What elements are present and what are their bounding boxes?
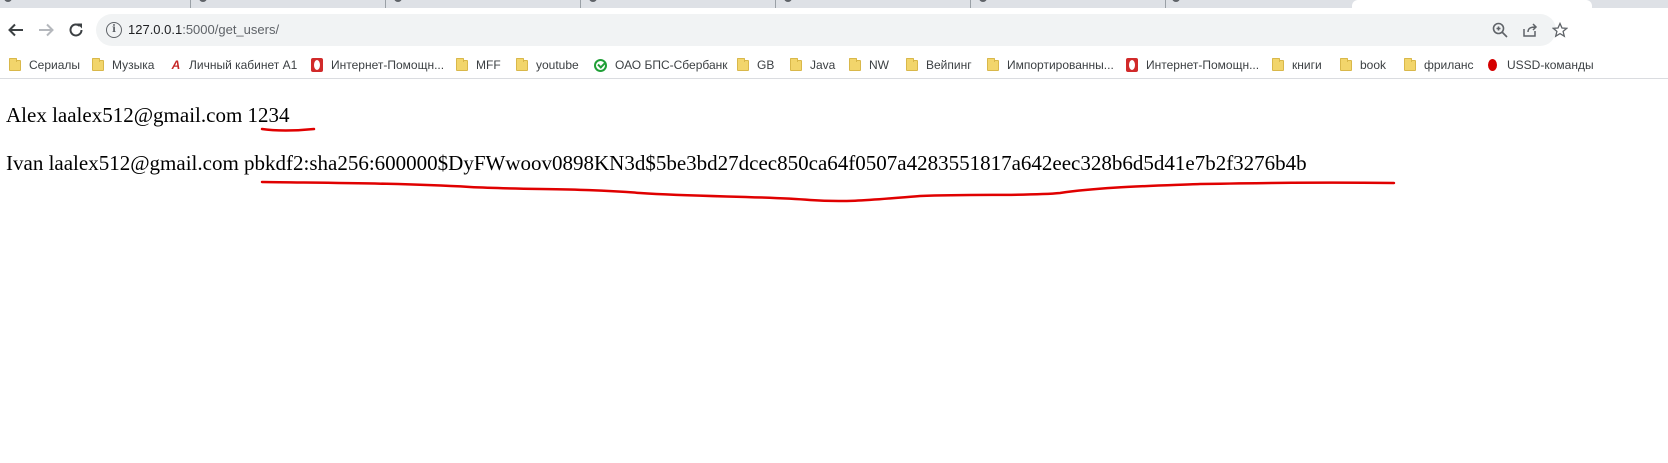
tab-favicon-icon [979,0,987,2]
address-bar[interactable]: i 127.0.0.1:5000/get_users/ [96,14,1556,46]
arrow-left-icon [8,23,23,37]
user-password: 1234 [247,103,290,127]
bookmark-item[interactable]: Музыка [92,55,154,75]
bookmark-label: фриланс [1424,58,1474,72]
ussd-icon [1488,59,1497,71]
bookmark-label: Музыка [112,58,155,72]
user-email: laalex512@gmail.com [48,151,239,175]
bookmark-item[interactable]: MFF [456,55,501,75]
forward-button[interactable] [32,16,60,44]
folder-icon [456,57,468,71]
back-button[interactable] [2,16,30,44]
opera-icon [311,58,323,72]
bookmark-item[interactable]: фриланс [1404,55,1474,75]
bookmark-label: MFF [476,58,501,72]
opera-icon [1126,58,1138,72]
folder-icon [1404,57,1416,71]
bookmark-label: NW [869,58,889,72]
share-button[interactable] [1518,18,1542,42]
annotation-underline-hash [260,180,1396,203]
reload-icon [69,23,83,37]
browser-tab[interactable] [1168,0,1359,8]
browser-toolbar: i 127.0.0.1:5000/get_users/ [0,10,1668,50]
folder-icon [849,57,861,71]
address-url[interactable]: 127.0.0.1:5000/get_users/ [128,22,279,37]
tab-favicon-icon [199,0,207,2]
a1-logo-icon: A [171,58,181,72]
folder-icon [906,57,918,71]
tab-strip [0,0,1668,8]
bookmark-item[interactable]: Импортированны... [987,55,1114,75]
folder-icon [790,57,802,71]
folder-icon [987,57,999,71]
bookmark-item[interactable]: youtube [516,55,579,75]
bookmark-label: ОАО БПС-Сбербанк [615,58,728,72]
folder-icon [1272,57,1284,71]
user-name: Alex [6,103,47,127]
bookmark-item[interactable]: NW [849,55,889,75]
tab-favicon-icon [784,0,792,2]
bookmark-item[interactable]: книги [1272,55,1322,75]
bookmark-label: Личный кабинет А1 [189,58,298,72]
tab-favicon-icon [1172,0,1180,2]
bookmark-item[interactable]: ОАО БПС-Сбербанк [594,55,728,75]
bookmark-item[interactable]: Java [790,55,835,75]
tab-favicon-icon [4,0,12,2]
bookmark-label: Сериалы [29,58,81,72]
bookmark-label: Импортированны... [1007,58,1114,72]
browser-tab[interactable] [390,0,581,8]
share-icon [1523,23,1538,37]
browser-tab[interactable] [585,0,776,8]
star-icon [1551,21,1569,38]
browser-tab[interactable] [975,0,1166,8]
reload-button[interactable] [62,16,90,44]
bookmark-item[interactable]: book [1340,55,1386,75]
bookmark-label: Интернет-Помощн... [331,58,445,72]
bookmark-item[interactable]: Сериалы [9,55,80,75]
bookmark-label: youtube [536,58,579,72]
bookmark-item[interactable]: GB [737,55,774,75]
bookmarks-bar: Сериалы Музыка A Личный кабинет А1 Интерн… [0,51,1668,79]
sberbank-icon [594,58,607,72]
zoom-icon [1492,22,1508,38]
user-row: Alex laalex512@gmail.com 1234 [6,103,290,128]
folder-icon [1340,57,1352,71]
bookmark-label: book [1360,58,1387,72]
bookmark-item[interactable]: Вейпинг [906,55,972,75]
zoom-button[interactable] [1488,18,1512,42]
browser-tab[interactable] [0,0,191,8]
bookmark-label: Вейпинг [926,58,972,72]
bookmark-star-button[interactable] [1548,18,1572,42]
bookmark-label: книги [1292,58,1322,72]
annotation-underline-1234 [260,127,316,132]
folder-icon [9,57,21,71]
site-info-icon[interactable]: i [106,22,122,38]
browser-tab[interactable] [195,0,386,8]
user-row: Ivan laalex512@gmail.com pbkdf2:sha256:6… [6,151,1307,176]
arrow-right-icon [39,23,54,37]
folder-icon [737,57,749,71]
active-tab[interactable] [1352,0,1592,8]
browser-tab[interactable] [780,0,971,8]
url-host: 127.0.0.1 [128,22,183,37]
bookmark-label: Java [810,58,836,72]
bookmark-item[interactable]: USSD-команды [1488,55,1594,75]
bookmark-label: USSD-команды [1507,58,1594,72]
bookmark-label: GB [757,58,775,72]
folder-icon [516,57,528,71]
user-password: pbkdf2:sha256:600000$DyFWwoov0898KN3d$5b… [244,151,1307,175]
bookmark-item[interactable]: Интернет-Помощн... [311,55,444,75]
tab-favicon-icon [394,0,402,2]
user-name: Ivan [6,151,44,175]
tab-favicon-icon [589,0,597,2]
user-email: laalex512@gmail.com [52,103,243,127]
url-path: :5000/get_users/ [182,22,280,37]
folder-icon [92,57,104,71]
bookmark-item[interactable]: A Личный кабинет А1 [169,55,298,75]
bookmark-label: Интернет-Помощн... [1146,58,1260,72]
bookmark-item[interactable]: Интернет-Помощн... [1126,55,1259,75]
